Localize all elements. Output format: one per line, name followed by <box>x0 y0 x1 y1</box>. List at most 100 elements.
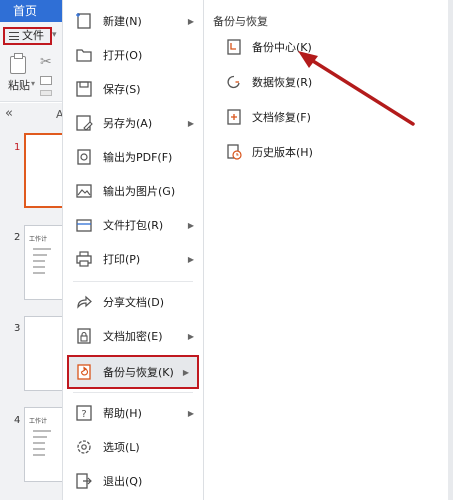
thumbnail-line <box>33 272 45 274</box>
menu-separator <box>73 281 193 282</box>
slide-number: 4 <box>14 415 21 426</box>
tab-home[interactable]: 首页 <box>0 0 50 22</box>
menu-item-label: 文件打包(R) <box>103 219 164 232</box>
backup-submenu: 备份与恢复 备份中心(K) 数据恢复(R) 文档修复(F) 历史版本(H) <box>204 0 453 500</box>
new-file-icon <box>76 13 91 29</box>
backup-center-icon <box>227 39 241 55</box>
print-icon <box>76 251 92 267</box>
menu-item-print[interactable]: 打印(P) ▶ <box>63 242 204 276</box>
thumbnail-line <box>33 448 45 450</box>
file-button-label: 文件 <box>22 29 44 42</box>
save-as-icon <box>76 115 93 131</box>
thumbnail-line <box>33 260 45 262</box>
slide-thumbnail[interactable]: 工作计 <box>24 225 64 300</box>
thumbnail-line <box>33 430 51 432</box>
menu-item-label: 帮助(H) <box>103 407 142 420</box>
image-icon <box>76 184 92 198</box>
chevron-right-icon: ▶ <box>187 408 194 418</box>
slide-thumbnail[interactable] <box>24 133 64 208</box>
doc-repair-icon <box>227 109 241 125</box>
submenu-item-doc-repair[interactable]: 文档修复(F) <box>226 103 311 131</box>
menu-item-label: 打印(P) <box>103 253 141 266</box>
format-painter-icon[interactable] <box>40 90 52 96</box>
gear-icon <box>77 440 91 454</box>
chevron-down-icon[interactable]: ▾ <box>52 30 57 40</box>
backup-icon <box>77 364 91 380</box>
chevron-right-icon: ▶ <box>187 220 194 230</box>
save-icon <box>76 81 92 97</box>
menu-item-label: 打开(O) <box>103 49 143 62</box>
thumbnail-line <box>33 442 45 444</box>
thumbnail-line <box>33 248 51 250</box>
submenu-item-label: 备份中心(K) <box>252 41 312 54</box>
chevron-right-icon: ▶ <box>187 16 194 26</box>
thumbnail-line <box>33 266 45 268</box>
menu-item-export-pdf[interactable]: 输出为PDF(F) <box>63 140 204 174</box>
window-edge <box>448 0 453 500</box>
chevron-right-icon: ▶ <box>187 331 194 341</box>
submenu-item-label: 数据恢复(R) <box>252 76 313 89</box>
slide-thumbnail[interactable]: 工作计 <box>24 407 64 482</box>
slide-number: 1 <box>14 142 21 153</box>
menu-item-share[interactable]: 分享文档(D) <box>63 285 204 319</box>
menu-item-label: 输出为PDF(F) <box>103 151 173 164</box>
help-icon: ? <box>76 405 92 421</box>
menu-item-options[interactable]: 选项(L) <box>63 430 204 464</box>
exit-icon <box>76 473 92 489</box>
chevron-right-icon: ▶ <box>182 367 189 377</box>
hamburger-icon <box>9 32 19 40</box>
menu-item-save-as[interactable]: 另存为(A) ▶ <box>63 106 204 140</box>
folder-open-icon <box>76 49 92 62</box>
submenu-item-data-recovery[interactable]: 数据恢复(R) <box>226 68 312 96</box>
slide-thumbnail-title: 工作计 <box>29 418 48 425</box>
menu-item-label: 新建(N) <box>103 15 142 28</box>
menu-item-label: 分享文档(D) <box>103 296 165 309</box>
history-icon <box>227 144 242 160</box>
slide-thumbnail[interactable] <box>24 316 64 391</box>
menu-item-label: 选项(L) <box>103 441 140 454</box>
copy-icon[interactable] <box>40 76 52 85</box>
chevron-right-icon: ▶ <box>187 118 194 128</box>
file-menu-button[interactable]: 文件 <box>3 27 52 45</box>
svg-text:?: ? <box>81 409 86 420</box>
menu-item-exit[interactable]: 退出(Q) <box>63 464 204 498</box>
menu-item-label: 保存(S) <box>103 83 141 96</box>
menu-item-label: 退出(Q) <box>103 475 143 488</box>
pdf-icon <box>77 149 91 165</box>
menu-separator <box>73 392 193 393</box>
menu-item-new[interactable]: 新建(N) ▶ <box>63 4 204 38</box>
submenu-item-label: 历史版本(H) <box>252 146 313 159</box>
submenu-item-backup-center[interactable]: 备份中心(K) <box>226 33 312 61</box>
menu-item-backup-restore[interactable]: 备份与恢复(K) ▶ <box>67 355 199 389</box>
menu-item-export-image[interactable]: 输出为图片(G) <box>63 174 204 208</box>
collapse-panel-icon[interactable]: « <box>5 106 13 121</box>
menu-item-package[interactable]: 文件打包(R) ▶ <box>63 208 204 242</box>
menu-item-encrypt[interactable]: 文档加密(E) ▶ <box>63 319 204 353</box>
menu-item-label: 另存为(A) <box>103 117 153 130</box>
thumbnail-line <box>33 454 45 456</box>
menu-item-label: 文档加密(E) <box>103 330 163 343</box>
lock-icon <box>77 328 91 344</box>
slide-thumbnail-title: 工作计 <box>29 236 48 243</box>
slide-number: 3 <box>14 323 21 334</box>
data-recovery-icon <box>227 75 240 89</box>
file-menu: 新建(N) ▶ 打开(O) 保存(S) 另存为(A) ▶ 输出为PDF(F) 输… <box>62 0 204 500</box>
submenu-title: 备份与恢复 <box>213 15 268 28</box>
chevron-right-icon: ▶ <box>187 254 194 264</box>
menu-item-open[interactable]: 打开(O) <box>63 38 204 72</box>
menu-item-label: 输出为图片(G) <box>103 185 176 198</box>
submenu-item-history[interactable]: 历史版本(H) <box>226 138 313 166</box>
menu-item-label: 备份与恢复(K) <box>103 366 174 379</box>
thumbnail-line <box>33 254 47 256</box>
scissors-icon[interactable]: ✂ <box>40 54 52 70</box>
thumbnail-line <box>33 436 47 438</box>
share-icon <box>77 295 92 309</box>
submenu-item-label: 文档修复(F) <box>252 111 311 124</box>
paste-icon[interactable] <box>10 53 26 74</box>
paste-label[interactable]: 粘贴 <box>8 77 30 93</box>
paste-chevron-icon[interactable]: ▾ <box>31 79 35 88</box>
package-icon <box>76 219 92 232</box>
menu-item-save[interactable]: 保存(S) <box>63 72 204 106</box>
slide-number: 2 <box>14 232 21 243</box>
menu-item-help[interactable]: ? 帮助(H) ▶ <box>63 396 204 430</box>
